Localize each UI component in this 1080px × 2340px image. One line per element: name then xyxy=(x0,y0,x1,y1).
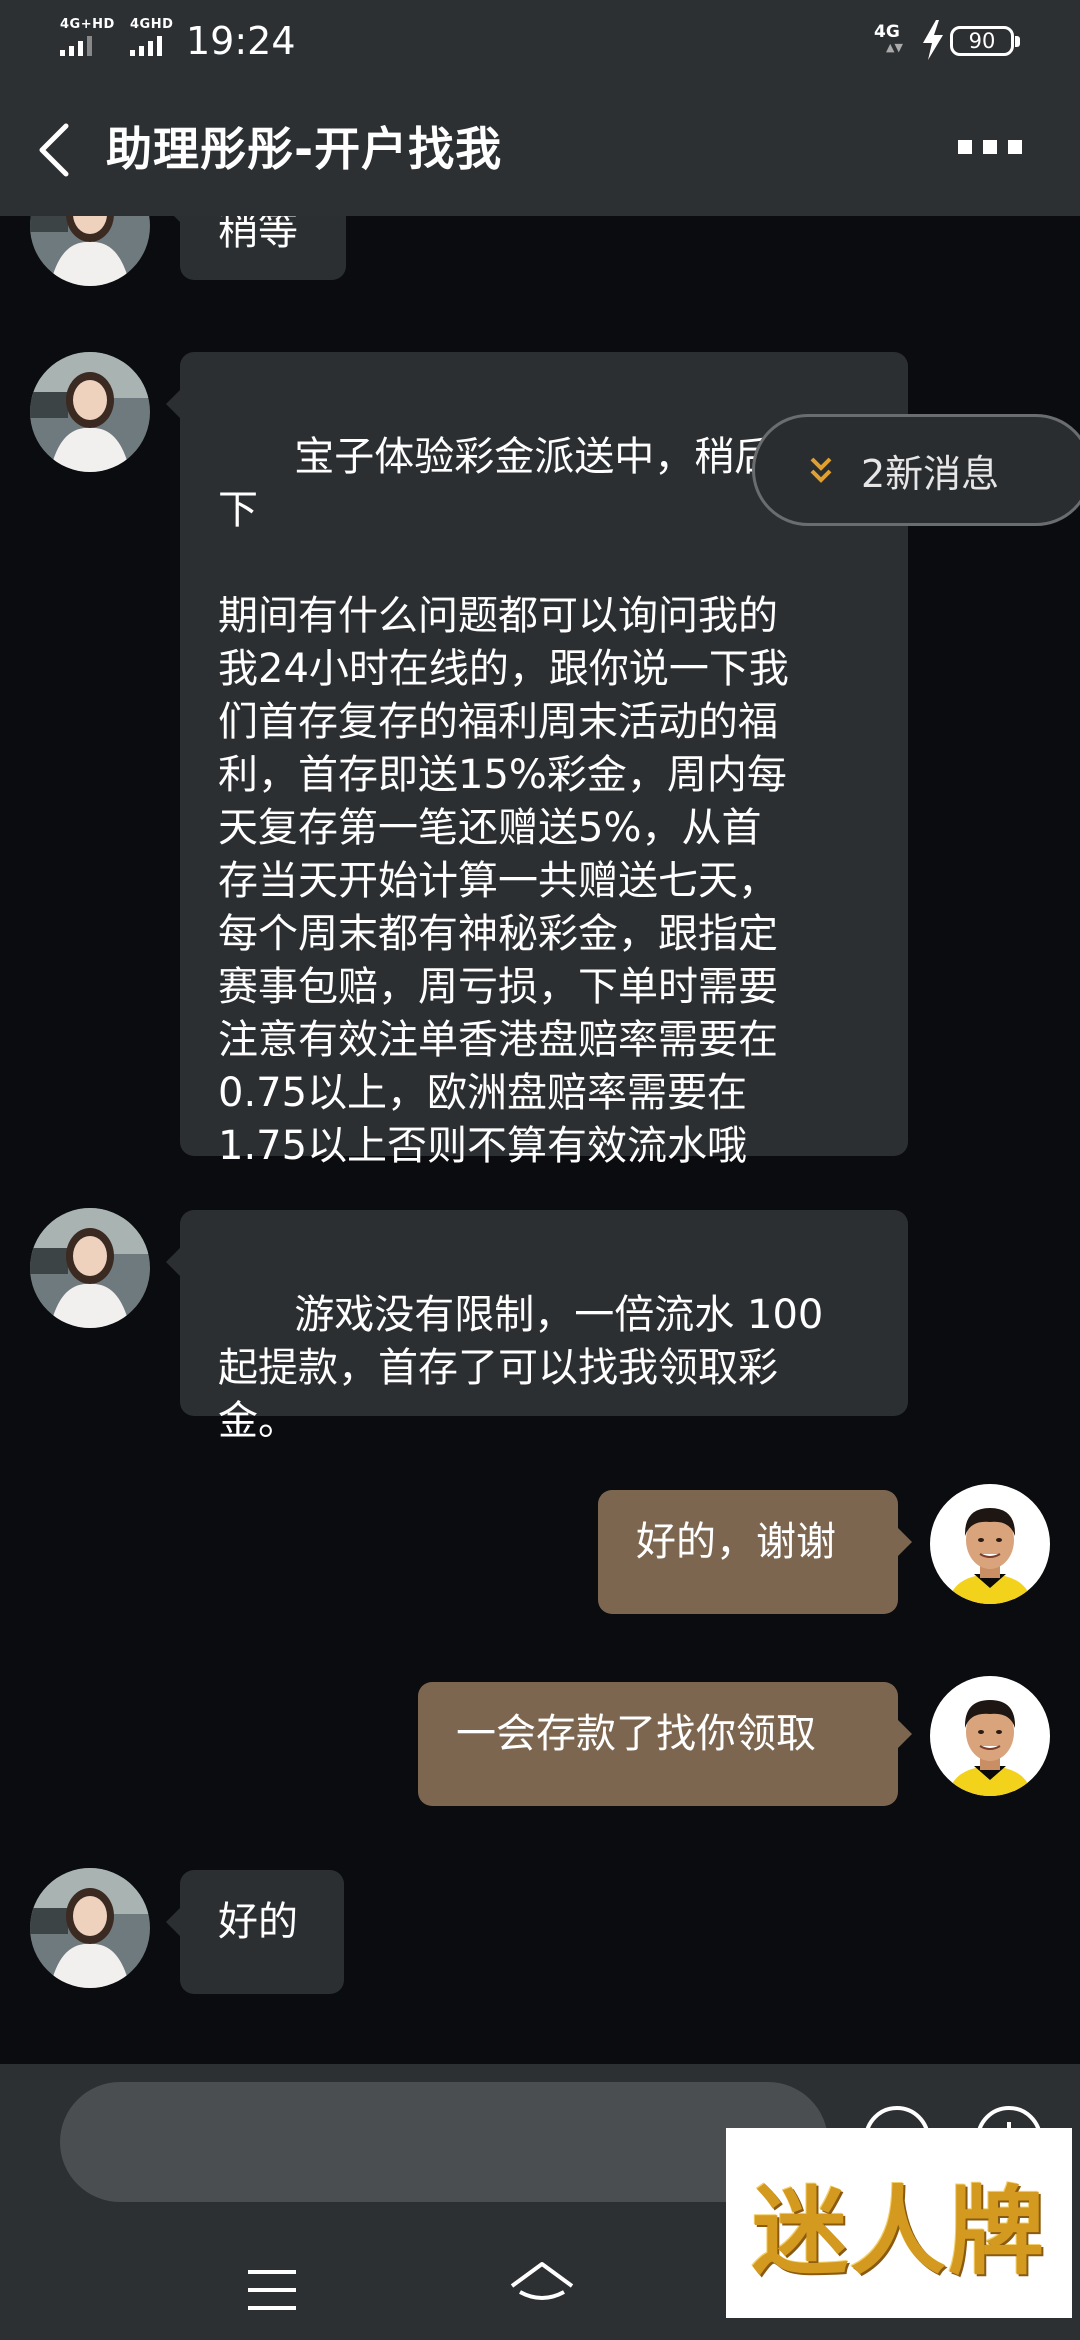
message-text: 稍等 xyxy=(218,216,298,254)
contact-avatar[interactable] xyxy=(30,216,150,286)
signal-icon-sim2: 4GHD xyxy=(130,18,173,56)
contact-avatar[interactable] xyxy=(30,352,150,472)
status-bar: 4G+HD 4GHD 19:24 4G ▲▼ 90 xyxy=(0,0,1080,82)
signal-icon-sim1: 4G+HD xyxy=(60,18,115,56)
chat-header: 助理彤彤-开户找我 xyxy=(0,82,1080,216)
chat-screen: 4G+HD 4GHD 19:24 4G ▲▼ 90 助理彤彤-开户找我 稍等 宝… xyxy=(0,0,1080,2340)
watermark-logo: 迷人牌 xyxy=(726,2128,1072,2318)
message-bubble-left[interactable]: 稍等 xyxy=(166,216,346,280)
message-list[interactable]: 稍等 宝子体验彩金派送中，稍后刷新 下 期间有什么问题都可以询问我的 我24小时… xyxy=(0,216,1080,2064)
chat-title: 助理彤彤-开户找我 xyxy=(106,122,503,176)
message-text: 好的 xyxy=(218,1899,298,1945)
back-arrow-icon[interactable] xyxy=(36,122,76,178)
contact-avatar[interactable] xyxy=(30,1208,150,1328)
more-options-icon[interactable] xyxy=(958,140,1022,156)
message-bubble-left[interactable]: 游戏没有限制，一倍流水 100 起提款，首存了可以找我领取彩 金。 xyxy=(166,1210,908,1444)
battery-icon: 90 xyxy=(950,26,1020,56)
contact-avatar[interactable] xyxy=(30,1868,150,1988)
message-text: 一会存款了找你领取 xyxy=(456,1711,816,1757)
charging-icon xyxy=(923,20,943,60)
double-chevron-down-icon xyxy=(810,457,832,483)
user-avatar[interactable] xyxy=(930,1484,1050,1604)
home-icon[interactable] xyxy=(508,2258,576,2318)
message-input[interactable] xyxy=(60,2082,828,2202)
mobile-data-icon: 4G ▲▼ xyxy=(874,22,903,54)
message-bubble-right[interactable]: 好的，谢谢 xyxy=(598,1490,912,1614)
new-messages-label: 2新消息 xyxy=(861,451,1000,496)
message-bubble-left[interactable]: 好的 xyxy=(166,1870,344,1994)
status-time: 19:24 xyxy=(186,19,296,63)
message-text: 宝子体验彩金派送中，稍后刷新 下 期间有什么问题都可以询问我的 我24小时在线的… xyxy=(218,434,855,1169)
message-text: 好的，谢谢 xyxy=(636,1519,836,1565)
watermark-text: 迷人牌 xyxy=(752,2174,1046,2288)
new-messages-button[interactable]: 2新消息 xyxy=(752,414,1080,526)
user-avatar[interactable] xyxy=(930,1676,1050,1796)
message-text: 游戏没有限制，一倍流水 100 起提款，首存了可以找我领取彩 金。 xyxy=(218,1292,824,1444)
network-type-label: 4G+HD xyxy=(60,17,115,32)
mobile-data-label: 4G xyxy=(874,22,900,42)
battery-level: 90 xyxy=(968,29,996,53)
menu-icon[interactable] xyxy=(244,2262,300,2318)
network-type-label: 4GHD xyxy=(130,17,174,32)
message-bubble-right[interactable]: 一会存款了找你领取 xyxy=(418,1682,912,1806)
